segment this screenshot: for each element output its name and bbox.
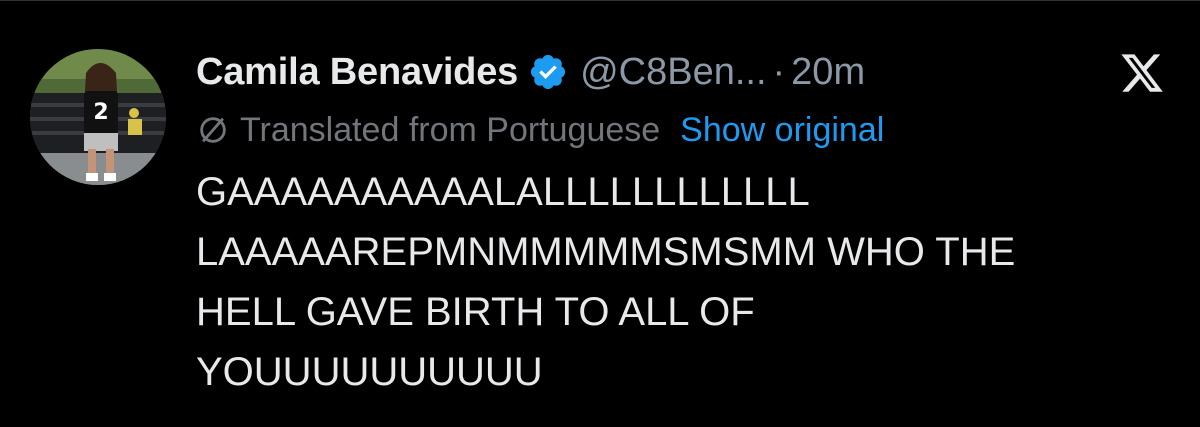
avatar-image: 2 (30, 49, 166, 185)
translated-label: Translated from Portuguese (240, 110, 661, 149)
user-handle[interactable]: @C8Ben... (580, 51, 766, 94)
timestamp[interactable]: 20m (791, 51, 865, 94)
translation-row: Translated from Portuguese Show original (196, 104, 1156, 156)
x-logo-icon (1121, 54, 1163, 92)
tweet-content: Camila Benavides @C8Ben... · 20m Transla… (196, 44, 1156, 402)
display-name[interactable]: Camila Benavides (196, 51, 518, 94)
tweet-text-line: YOUUUUUUUUUU (196, 350, 543, 394)
avatar[interactable]: 2 (30, 49, 166, 185)
tweet-header: Camila Benavides @C8Ben... · 20m (196, 44, 1156, 100)
translate-icon (200, 117, 226, 143)
show-original-link[interactable]: Show original (680, 111, 884, 150)
svg-text:2: 2 (93, 100, 108, 125)
tweet-text-line: HELL GAVE BIRTH TO ALL OF (196, 290, 755, 334)
tweet-text-line: LAAAAAREPMNMMMMMSMSMM WHO THE (196, 230, 1016, 274)
tweet[interactable]: 2 Camila Benavides @C8Ben... · 20m Trans… (0, 0, 1200, 427)
tweet-text-line: GAAAAAAAAAALALLLLLLLLLLLL (196, 170, 810, 214)
verified-badge-icon (530, 54, 566, 90)
separator-dot: · (772, 50, 786, 93)
tweet-text: GAAAAAAAAAALALLLLLLLLLLLL LAAAAAREPMNMMM… (196, 162, 1176, 402)
